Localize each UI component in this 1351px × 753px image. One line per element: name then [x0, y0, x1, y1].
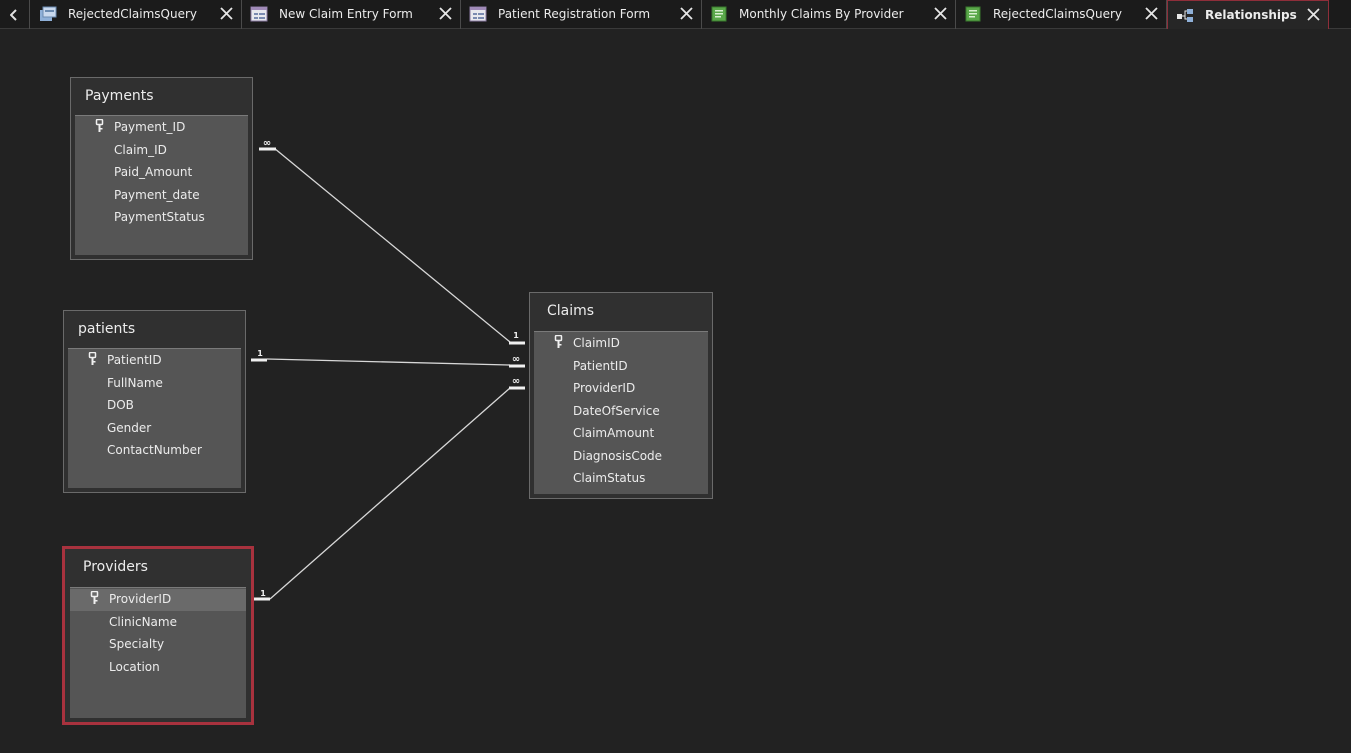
field-name: Payment_date [114, 188, 200, 202]
field-name: ContactNumber [107, 443, 202, 457]
field-row[interactable]: Location [70, 657, 246, 679]
table-payments[interactable]: Payments Payment_ID Claim_ID Paid_Amount… [70, 77, 253, 260]
field-row[interactable]: Claim_ID [75, 140, 248, 162]
field-row[interactable]: Specialty [70, 634, 246, 656]
relationship-line-patients-claims[interactable] [266, 358, 511, 366]
tab-rejected-claims-query-report[interactable]: RejectedClaimsQuery [956, 0, 1167, 29]
field-name: ProviderID [573, 381, 636, 395]
field-list: ClaimID PatientID ProviderID DateOfServi… [534, 331, 708, 494]
cardinality-label: 1 [260, 589, 266, 598]
field-name: ClaimAmount [573, 426, 655, 440]
field-name: Payment_ID [114, 120, 186, 134]
table-title: Providers [83, 559, 148, 575]
form-icon [250, 6, 268, 22]
primary-key-icon [554, 335, 563, 348]
field-list: ProviderID ClinicName Specialty Location [70, 587, 246, 718]
table-providers[interactable]: Providers ProviderID ClinicName Specialt… [62, 546, 254, 725]
field-row[interactable]: FullName [68, 373, 241, 395]
field-row[interactable]: Gender [68, 418, 241, 440]
field-row[interactable]: ClaimID [534, 333, 708, 355]
close-icon[interactable] [1307, 8, 1320, 21]
field-name: ClaimStatus [573, 471, 646, 485]
close-icon[interactable] [439, 7, 452, 20]
field-name: DOB [107, 398, 134, 412]
table-title: Claims [547, 303, 595, 319]
field-name: PaymentStatus [114, 210, 205, 224]
tab-monthly-claims-by-provider[interactable]: Monthly Claims By Provider [702, 0, 956, 29]
field-row[interactable]: Payment_ID [75, 117, 248, 139]
field-name: FullName [107, 376, 163, 390]
close-icon[interactable] [1145, 7, 1158, 20]
field-row[interactable]: PatientID [534, 356, 708, 378]
tab-patient-registration-form[interactable]: Patient Registration Form [461, 0, 702, 29]
primary-key-icon [95, 119, 104, 132]
field-name: PatientID [573, 359, 628, 373]
field-row[interactable]: ContactNumber [68, 440, 241, 462]
close-icon[interactable] [220, 7, 233, 20]
table-claims[interactable]: Claims ClaimID PatientID ProviderID Date… [529, 292, 713, 499]
field-row[interactable]: DOB [68, 395, 241, 417]
field-list: Payment_ID Claim_ID Paid_Amount Payment_… [75, 115, 248, 255]
chevron-left-icon [10, 9, 17, 21]
tab-relationships[interactable]: Relationships [1167, 0, 1329, 29]
cardinality-label: 1 [257, 349, 263, 358]
field-name: Paid_Amount [114, 165, 193, 179]
document-tab-bar: RejectedClaimsQuery New Claim Entry Form… [0, 0, 1351, 29]
field-name: ClinicName [109, 615, 177, 629]
field-row[interactable]: PaymentStatus [75, 207, 248, 229]
scroll-tabs-left-button[interactable] [0, 0, 30, 29]
field-row[interactable]: DiagnosisCode [534, 446, 708, 468]
field-name: ProviderID [109, 592, 172, 606]
field-name: DiagnosisCode [573, 449, 663, 463]
cardinality-label: 1 [513, 331, 519, 340]
field-name: PatientID [107, 353, 162, 367]
field-name: DateOfService [573, 404, 660, 418]
field-row[interactable]: DateOfService [534, 401, 708, 423]
relationships-icon [1177, 9, 1193, 22]
form-icon [469, 6, 487, 22]
primary-key-icon [88, 352, 97, 365]
relationship-line-payments-claims[interactable] [273, 147, 511, 343]
tab-label: Patient Registration Form [498, 7, 651, 21]
tab-label: RejectedClaimsQuery [68, 7, 198, 21]
cardinality-label: ∞ [512, 354, 520, 365]
field-name: Claim_ID [114, 143, 167, 157]
field-row[interactable]: PatientID [68, 350, 241, 372]
tab-label: RejectedClaimsQuery [993, 7, 1123, 21]
table-patients[interactable]: patients PatientID FullName DOB Gender C… [63, 310, 246, 493]
field-row[interactable]: ClinicName [70, 612, 246, 634]
close-icon[interactable] [680, 7, 693, 20]
cardinality-label: ∞ [263, 138, 271, 149]
field-name: ClaimID [573, 336, 620, 350]
table-title: Payments [85, 88, 154, 104]
tab-new-claim-entry-form[interactable]: New Claim Entry Form [242, 0, 461, 29]
field-name: Specialty [109, 637, 165, 651]
field-row[interactable]: Paid_Amount [75, 162, 248, 184]
field-name: Location [109, 660, 160, 674]
field-row[interactable]: Payment_date [75, 185, 248, 207]
tab-label: Relationships [1205, 8, 1297, 22]
report-icon [965, 6, 981, 22]
field-row[interactable]: ProviderID [534, 378, 708, 400]
tab-rejected-claims-query[interactable]: RejectedClaimsQuery [31, 0, 242, 29]
field-list: PatientID FullName DOB Gender ContactNum… [68, 348, 241, 488]
field-row[interactable]: ClaimAmount [534, 423, 708, 445]
field-row[interactable]: ProviderID [70, 589, 246, 611]
close-icon[interactable] [934, 7, 947, 20]
primary-key-icon [90, 591, 99, 604]
field-row[interactable]: ClaimStatus [534, 468, 708, 490]
cardinality-label: ∞ [512, 376, 520, 387]
query-icon [40, 6, 57, 21]
tab-label: Monthly Claims By Provider [739, 7, 904, 21]
table-title: patients [78, 321, 136, 337]
tab-label: New Claim Entry Form [279, 7, 413, 21]
report-icon [711, 6, 727, 22]
relationship-line-providers-claims[interactable] [269, 387, 511, 600]
field-name: Gender [107, 421, 152, 435]
